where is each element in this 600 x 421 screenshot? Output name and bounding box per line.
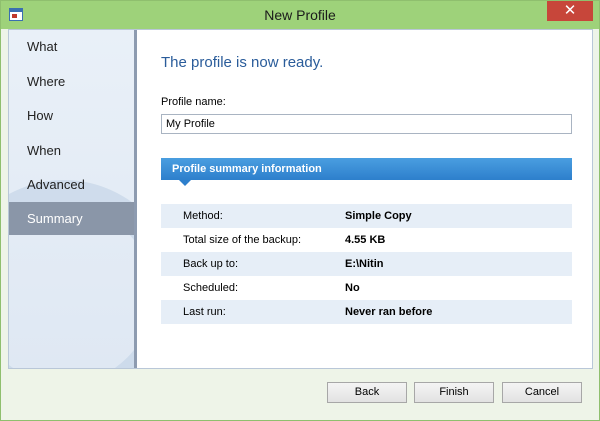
back-button[interactable]: Back: [327, 382, 407, 403]
sidebar-item-summary[interactable]: Summary: [9, 202, 134, 235]
sidebar-item-what[interactable]: What: [9, 30, 134, 63]
summary-value: 4.55 KB: [345, 234, 386, 246]
summary-label: Back up to:: [183, 258, 239, 270]
summary-row-destination: Back up to: E:\Nitin: [161, 252, 572, 276]
dialog-client-area: What Where How When Advanced Summary The…: [8, 29, 593, 369]
summary-header: Profile summary information: [161, 158, 572, 186]
finish-button[interactable]: Finish: [414, 382, 494, 403]
close-button[interactable]: ✕: [547, 1, 593, 21]
sidebar-item-how[interactable]: How: [9, 99, 134, 132]
summary-value: E:\Nitin: [345, 258, 384, 270]
summary-label: Last run:: [183, 306, 226, 318]
profile-name-label: Profile name:: [161, 96, 226, 108]
summary-label: Total size of the backup:: [183, 234, 302, 246]
cancel-button[interactable]: Cancel: [502, 382, 582, 403]
summary-label: Scheduled:: [183, 282, 239, 294]
summary-row-size: Total size of the backup: 4.55 KB: [161, 228, 572, 252]
new-profile-window: New Profile ✕ What Where How When Advanc…: [0, 0, 600, 421]
summary-panel: The profile is now ready. Profile name: …: [140, 30, 592, 368]
sidebar-item-where[interactable]: Where: [9, 65, 134, 98]
summary-value: Never ran before: [345, 306, 433, 318]
summary-row-method: Method: Simple Copy: [161, 204, 572, 228]
title-bar[interactable]: New Profile ✕: [1, 1, 599, 29]
sidebar-item-when[interactable]: When: [9, 134, 134, 167]
window-title: New Profile: [264, 7, 336, 23]
summary-row-last-run: Last run: Never ran before: [161, 300, 572, 324]
profile-name-input[interactable]: [161, 114, 572, 134]
summary-value: Simple Copy: [345, 210, 412, 222]
wizard-sidebar: What Where How When Advanced Summary: [9, 30, 137, 368]
summary-value: No: [345, 282, 360, 294]
sidebar-item-advanced[interactable]: Advanced: [9, 168, 134, 201]
summary-row-scheduled: Scheduled: No: [161, 276, 572, 300]
page-heading: The profile is now ready.: [161, 54, 324, 71]
summary-label: Method:: [183, 210, 223, 222]
